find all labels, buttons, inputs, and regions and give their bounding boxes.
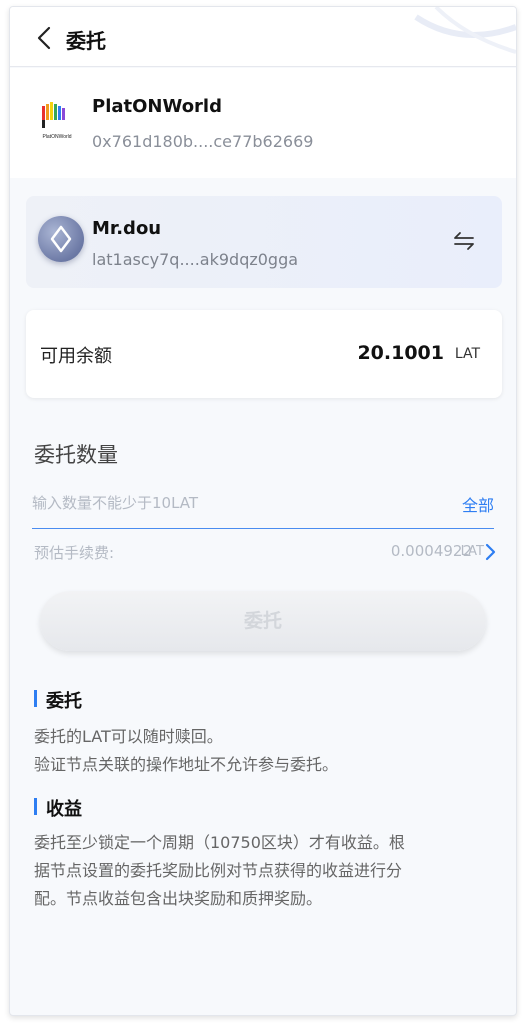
amount-title: 委托数量	[34, 443, 118, 467]
balance-label: 可用余额	[40, 346, 112, 367]
logo-text: PlatONWorld	[42, 134, 71, 140]
delegation-line: 验证节点关联的操作地址不允许参与委托。	[34, 755, 339, 774]
header-bar: 委托	[10, 7, 516, 67]
swap-arrows-icon[interactable]	[452, 230, 476, 252]
all-button[interactable]: 全部	[462, 492, 494, 516]
amount-input[interactable]	[32, 489, 432, 517]
header-decoration	[414, 7, 516, 54]
balance-unit: LAT	[454, 346, 480, 362]
balance-value: 20.1001	[357, 342, 444, 364]
wallet-address: lat1ascy7q....ak9dqz0gga	[92, 250, 299, 269]
chevron-right-icon[interactable]	[484, 542, 496, 562]
delegate-button[interactable]: 委托	[40, 591, 486, 651]
delegation-line: 委托的LAT可以随时赎回。	[34, 727, 223, 746]
fee-unit: LAT	[460, 544, 484, 559]
avatar	[38, 216, 84, 262]
balance-card: 可用余额 20.1001 LAT	[26, 310, 502, 398]
earnings-line: 配。节点收益包含出块奖励和质押奖励。	[34, 889, 323, 908]
earnings-text: 委托至少锁定一个周期（10750区块）才有收益。根 据节点设置的委托奖励比例对节…	[34, 829, 496, 913]
node-address: 0x761d180b....ce77b62669	[92, 132, 314, 151]
wallet-card[interactable]: Mr.dou lat1ascy7q....ak9dqz0gga	[26, 196, 502, 288]
delegation-heading: 委托	[34, 687, 82, 713]
fee-label: 预估手续费:	[34, 544, 115, 562]
delegation-text: 委托的LAT可以随时赎回。 验证节点关联的操作地址不允许参与委托。	[34, 723, 496, 779]
platonworld-logo: PlatONWorld	[42, 102, 72, 140]
earnings-line: 委托至少锁定一个周期（10750区块）才有收益。根	[34, 833, 405, 852]
node-info: PlatONWorld PlatONWorld 0x761d180b....ce…	[10, 68, 516, 178]
earnings-line: 据节点设置的委托奖励比例对节点获得的收益进行分	[34, 861, 403, 880]
amount-field: 全部	[32, 485, 494, 529]
node-name: PlatONWorld	[92, 96, 222, 117]
diamond-icon	[50, 225, 72, 253]
page-title: 委托	[66, 29, 106, 53]
chevron-left-icon[interactable]	[34, 25, 56, 51]
earnings-heading: 收益	[34, 795, 82, 821]
wallet-name: Mr.dou	[92, 218, 162, 239]
app-screen: 委托 PlatONWorld PlatONWorld 0x761d180b...…	[9, 6, 517, 1016]
